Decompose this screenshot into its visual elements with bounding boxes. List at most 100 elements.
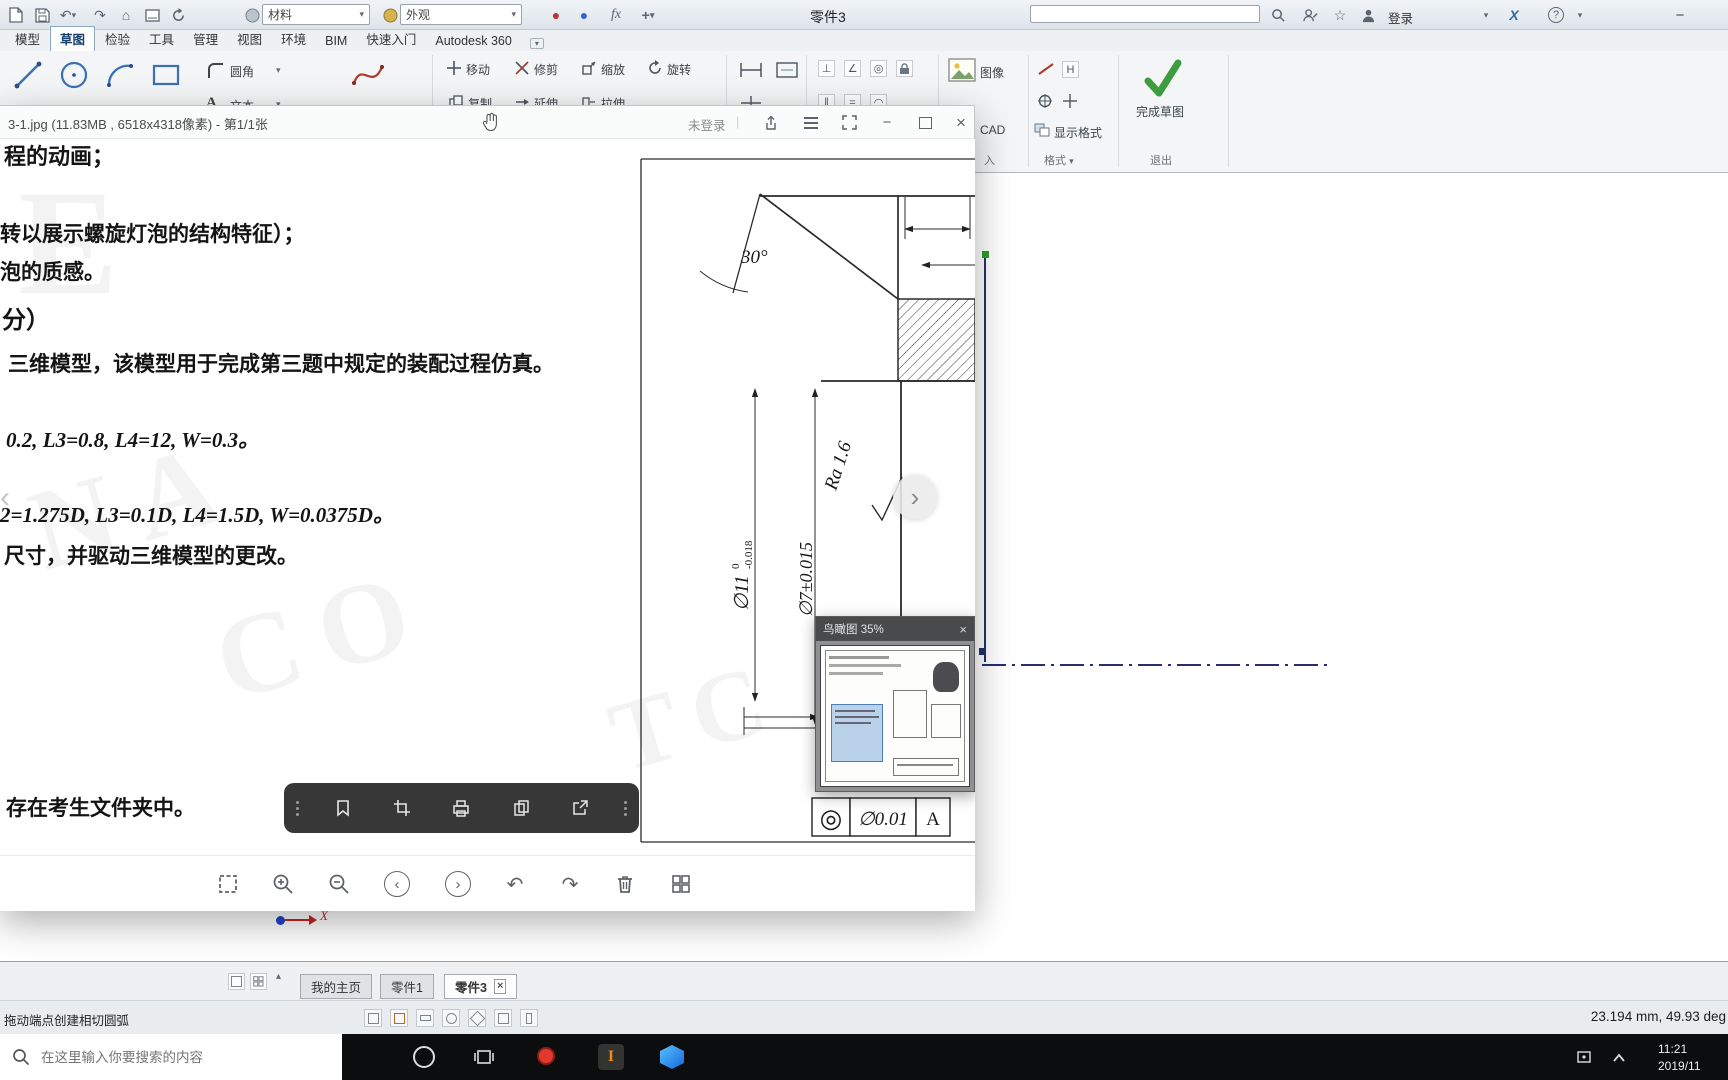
account-person-icon[interactable] [1356, 5, 1380, 25]
tile-windows-icon[interactable] [250, 973, 267, 990]
spline-tool-icon[interactable] [350, 59, 386, 94]
scale-label[interactable]: 缩放 [601, 61, 625, 78]
rectangle-tool-icon[interactable] [148, 57, 184, 96]
status-tool-icon[interactable] [416, 1009, 434, 1027]
menu-icon[interactable] [800, 113, 822, 132]
fullscreen-icon[interactable] [838, 113, 860, 132]
tray-chevron-icon[interactable] [1612, 1051, 1626, 1066]
share-icon[interactable] [760, 113, 782, 132]
bookmark-icon[interactable] [326, 791, 360, 825]
display-format-icon[interactable] [1034, 123, 1050, 140]
tray-icon[interactable] [1576, 1049, 1592, 1068]
help-search-input[interactable] [1030, 5, 1260, 23]
auto-dimension-icon[interactable] [774, 59, 800, 84]
add-icon[interactable]: + ▾ [636, 5, 660, 25]
center-point-icon[interactable] [1037, 93, 1053, 112]
expand-tabs-icon[interactable]: ▴ [276, 971, 281, 982]
drag-handle-icon[interactable] [294, 800, 301, 816]
recorder-app-icon[interactable] [537, 1047, 555, 1065]
tab-sketch[interactable]: 草图 [50, 26, 96, 51]
origin-point[interactable] [276, 916, 285, 925]
home-icon[interactable]: ⌂ [114, 5, 138, 25]
arc-tool-icon[interactable] [102, 57, 138, 96]
signin-link[interactable]: 登录 [1388, 8, 1413, 27]
help-icon[interactable]: ? [1548, 7, 1564, 23]
dimension-icon[interactable] [738, 59, 764, 84]
redo-icon[interactable]: ↷ [88, 5, 112, 25]
rotate-icon[interactable] [647, 60, 663, 79]
birdview-close-icon[interactable]: × [959, 622, 967, 637]
ribbon-display-toggle[interactable]: ▾ [529, 38, 544, 49]
more-options-icon[interactable] [622, 800, 629, 816]
prev-image-arrow[interactable]: ‹ [0, 481, 10, 515]
panel-label-insert[interactable]: 入 [984, 152, 995, 168]
angle-constraint-icon[interactable]: ∠ [844, 60, 861, 77]
crop-icon[interactable] [385, 791, 419, 825]
tab-tools[interactable]: 工具 [140, 27, 183, 51]
panel-label-format[interactable]: 格式 ▾ [1044, 152, 1074, 168]
panel-label-exit[interactable]: 退出 [1150, 152, 1172, 168]
favorites-star-icon[interactable]: ☆ [1328, 5, 1352, 25]
fit-screen-icon[interactable] [214, 870, 242, 898]
construction-icon[interactable] [1062, 93, 1078, 112]
perpendicular-constraint-icon[interactable]: ⊥ [818, 60, 835, 77]
move-label[interactable]: 移动 [466, 61, 490, 78]
doc-tab-part1[interactable]: 零件1 [380, 974, 434, 999]
sketch-line[interactable] [984, 258, 986, 662]
line-tool-icon[interactable] [10, 57, 46, 96]
tab-model[interactable]: 模型 [6, 27, 49, 51]
zoom-in-icon[interactable] [269, 870, 297, 898]
next-image-arrow[interactable]: › [893, 475, 937, 519]
refresh-icon[interactable] [166, 5, 190, 25]
tab-manage[interactable]: 管理 [184, 27, 227, 51]
tab-bim[interactable]: BIM [316, 32, 356, 51]
finish-sketch-icon[interactable] [1140, 55, 1186, 104]
rotate-left-icon[interactable]: ↶ [501, 870, 529, 898]
autodesk-x-icon[interactable]: X [1502, 5, 1526, 25]
open-external-icon[interactable] [563, 791, 597, 825]
new-file-icon[interactable] [4, 5, 28, 25]
lock-constraint-icon[interactable] [896, 60, 913, 77]
fx-parameters-icon[interactable]: fx [604, 5, 628, 25]
tab-view[interactable]: 视图 [228, 27, 271, 51]
material-dropdown[interactable]: 材料 ▾ [262, 4, 370, 25]
cortana-icon[interactable] [413, 1046, 435, 1068]
rotate-label[interactable]: 旋转 [667, 61, 691, 78]
sketch-endpoint[interactable] [979, 648, 986, 655]
task-view-icon[interactable] [474, 1047, 494, 1070]
birdview-titlebar[interactable]: 鸟瞰图 35% × [816, 617, 974, 641]
tab-autodesk360[interactable]: Autodesk 360 [426, 32, 520, 51]
thumbnail-grid-icon[interactable] [667, 870, 695, 898]
inventor-app-icon[interactable]: I [598, 1044, 624, 1070]
status-tool-icon[interactable] [364, 1009, 382, 1027]
doc-tab-part3[interactable]: 零件3 × [444, 974, 518, 999]
appearance-dropdown[interactable]: 外观 ▾ [400, 4, 522, 25]
zoom-out-icon[interactable] [325, 870, 353, 898]
sketch-centerline[interactable] [982, 664, 1332, 666]
line-style-icon[interactable] [1037, 62, 1055, 79]
viewer-maximize-icon[interactable] [914, 113, 936, 132]
trim-icon[interactable] [514, 60, 530, 79]
scale-icon[interactable] [581, 60, 597, 79]
taskbar-search-input[interactable] [39, 1048, 323, 1066]
circle-tool-icon[interactable] [56, 57, 92, 96]
tab-getstarted[interactable]: 快速入门 [357, 27, 425, 51]
taskbar-clock[interactable]: 11:21 2019/11 [1658, 1041, 1701, 1076]
print-icon[interactable] [444, 791, 478, 825]
display-format-label[interactable]: 显示格式 [1054, 124, 1102, 141]
doc-tab-home[interactable]: 我的主页 [300, 974, 373, 999]
fillet-caret-icon[interactable]: ▾ [276, 65, 281, 76]
blue-app-icon[interactable] [660, 1045, 684, 1069]
red-override-icon[interactable]: ● [544, 5, 568, 25]
move-icon[interactable] [446, 60, 462, 79]
taskbar-search[interactable] [0, 1034, 342, 1080]
save-icon[interactable] [30, 5, 54, 25]
insert-cad-label[interactable]: CAD [980, 123, 1005, 137]
account-caret-icon[interactable]: ▾ [1474, 5, 1498, 25]
search-icon[interactable] [1266, 5, 1290, 25]
minimize-window-icon[interactable]: − [1668, 5, 1692, 25]
status-tool-icon[interactable] [520, 1009, 538, 1027]
viewer-close-icon[interactable]: × [950, 113, 972, 132]
viewer-titlebar[interactable]: 3-1.jpg (11.83MB , 6518x4318像素) - 第1/1张 … [0, 106, 974, 139]
status-tool-icon[interactable] [468, 1009, 486, 1027]
